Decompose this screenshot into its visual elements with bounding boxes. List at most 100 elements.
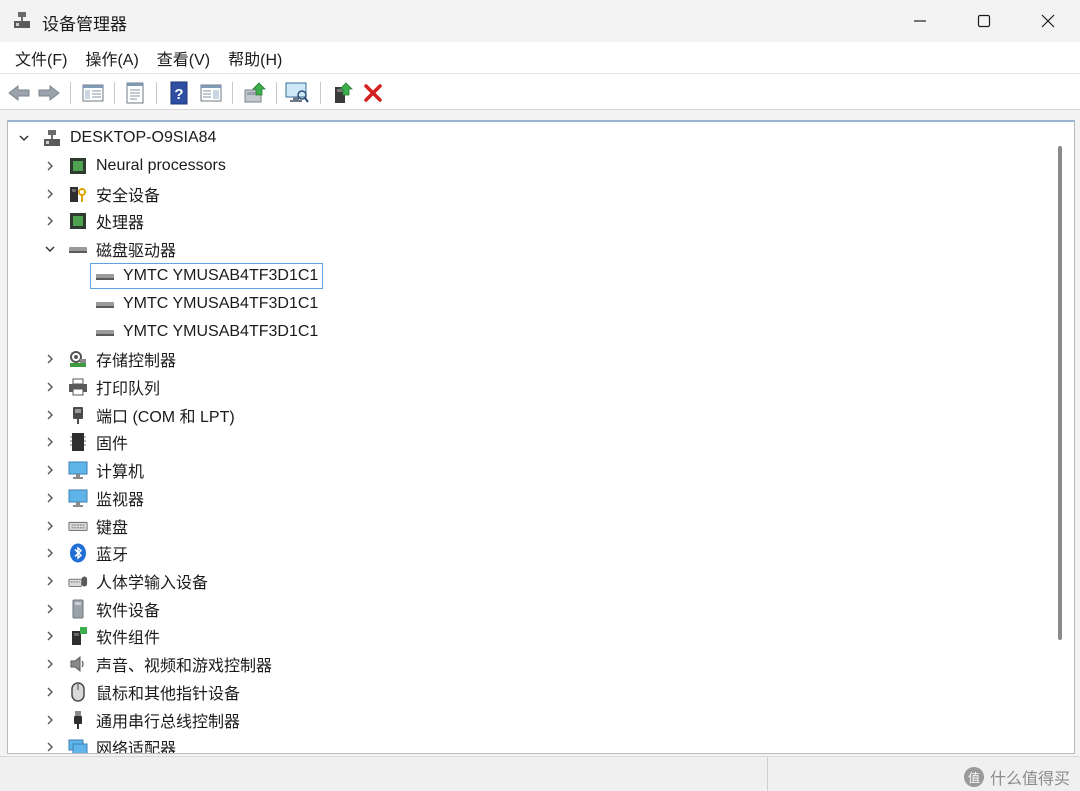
tree-root[interactable]: DESKTOP-O9SIA84 [16, 125, 216, 151]
close-button[interactable] [1016, 0, 1080, 42]
close-icon [1041, 14, 1055, 28]
computer-icon [68, 460, 88, 480]
tree-item-firmware[interactable]: 固件 [42, 429, 128, 455]
tree-item-security-devices[interactable]: 安全设备 [42, 181, 160, 207]
tree-item-disk-ymtc-3[interactable]: YMTC YMUSAB4TF3D1C1 [95, 319, 318, 345]
device-tree[interactable]: DESKTOP-O9SIA84 Neural processors 安全设备 处… [7, 120, 1075, 754]
chevron-down-icon[interactable] [42, 241, 58, 257]
tree-item-monitors[interactable]: 监视器 [42, 485, 144, 511]
chevron-right-icon[interactable] [42, 628, 58, 644]
update-driver-icon [244, 82, 266, 103]
maximize-icon [977, 14, 991, 28]
enable-device-icon [335, 82, 353, 103]
menu-view[interactable]: 查看(V) [148, 42, 219, 74]
chevron-right-icon[interactable] [42, 379, 58, 395]
tree-item-network-adapters[interactable]: 网络适配器 [42, 734, 176, 753]
scan-hardware-button[interactable] [284, 80, 310, 106]
tree-item-label: 通用串行总线控制器 [96, 714, 241, 731]
tree-item-mice[interactable]: 鼠标和其他指针设备 [42, 679, 240, 705]
device-manager-app-icon [12, 10, 32, 30]
update-driver-button[interactable] [242, 80, 268, 106]
tree-item-label: YMTC YMUSAB4TF3D1C1 [123, 323, 319, 340]
status-bar: 值 什么值得买 [0, 756, 1080, 791]
tree-item-computer[interactable]: 计算机 [42, 457, 144, 483]
watermark-badge: 值 [963, 767, 984, 787]
tree-item-disk-ymtc-1[interactable]: YMTC YMUSAB4TF3D1C1 [90, 263, 324, 289]
disk-drive-icon [95, 322, 115, 342]
tree-item-disk-drives[interactable]: 磁盘驱动器 [42, 236, 176, 262]
chevron-right-icon[interactable] [42, 601, 58, 617]
svg-text:?: ? [174, 86, 183, 103]
uninstall-device-button[interactable] [360, 80, 386, 106]
chevron-right-icon[interactable] [42, 490, 58, 506]
menu-file[interactable]: 文件(F) [6, 42, 76, 74]
chevron-right-icon[interactable] [42, 739, 58, 753]
view-icon [200, 84, 222, 102]
tree-item-processors[interactable]: 处理器 [42, 208, 144, 234]
back-arrow-icon [8, 84, 30, 102]
chevron-right-icon[interactable] [42, 351, 58, 367]
tree-item-keyboards[interactable]: 键盘 [42, 513, 128, 539]
toolbar: ? [0, 74, 1080, 110]
tree-item-bluetooth[interactable]: 蓝牙 [42, 540, 128, 566]
tree-item-label: 键盘 [96, 520, 129, 537]
chevron-right-icon[interactable] [42, 407, 58, 423]
tree-root-label: DESKTOP-O9SIA84 [70, 129, 217, 146]
chevron-right-icon[interactable] [42, 656, 58, 672]
chevron-down-icon[interactable] [16, 130, 32, 146]
uninstall-device-icon [364, 84, 382, 102]
watermark: 值 什么值得买 [963, 765, 1070, 789]
chevron-right-icon[interactable] [42, 462, 58, 478]
processor-icon [68, 211, 88, 231]
chevron-right-icon[interactable] [42, 545, 58, 561]
watermark-text: 什么值得买 [989, 771, 1070, 788]
tree-item-storage-controllers[interactable]: 存储控制器 [42, 346, 176, 372]
tree-item-software-components[interactable]: 软件组件 [42, 623, 160, 649]
help-button[interactable]: ? [166, 80, 192, 106]
chevron-right-icon[interactable] [42, 518, 58, 534]
chevron-right-icon[interactable] [42, 213, 58, 229]
maximize-button[interactable] [952, 0, 1016, 42]
tree-item-label: 固件 [96, 436, 129, 453]
tree-item-label: 软件设备 [96, 603, 161, 620]
tree-item-print-queues[interactable]: 打印队列 [42, 374, 160, 400]
minimize-button[interactable] [888, 0, 952, 42]
menu-help[interactable]: 帮助(H) [219, 42, 291, 74]
usb-icon [68, 710, 88, 730]
tree-item-ports[interactable]: 端口 (COM 和 LPT) [42, 402, 235, 428]
tree-item-sound-video-game[interactable]: 声音、视频和游戏控制器 [42, 651, 272, 677]
tree-item-neural-processors[interactable]: Neural processors [42, 153, 226, 179]
minimize-icon [914, 20, 926, 22]
chevron-right-icon[interactable] [42, 573, 58, 589]
disk-drive-icon [95, 266, 115, 286]
chevron-right-icon[interactable] [42, 684, 58, 700]
computer-tree-icon [42, 128, 62, 148]
selected-row[interactable]: YMTC YMUSAB4TF3D1C1 [90, 263, 324, 289]
chevron-right-icon[interactable] [42, 434, 58, 450]
tree-item-label: 蓝牙 [96, 547, 129, 564]
status-cell [0, 757, 768, 791]
tree-item-label: 端口 (COM 和 LPT) [96, 409, 235, 426]
tree-item-hid[interactable]: 人体学输入设备 [42, 568, 208, 594]
tree-item-label: 存储控制器 [96, 353, 177, 370]
vertical-scrollbar[interactable] [1058, 146, 1062, 640]
menu-action[interactable]: 操作(A) [76, 42, 147, 74]
tree-item-label: 磁盘驱动器 [96, 243, 177, 260]
disk-drive-icon [95, 294, 115, 314]
show-hide-console-tree-button[interactable] [80, 80, 106, 106]
tree-item-label: 安全设备 [96, 188, 161, 205]
forward-button[interactable] [36, 80, 62, 106]
chevron-right-icon[interactable] [42, 186, 58, 202]
chevron-right-icon[interactable] [42, 158, 58, 174]
keyboard-icon [68, 516, 88, 536]
toolbar-separator [114, 82, 115, 104]
properties-button[interactable] [122, 80, 148, 106]
enable-device-button[interactable] [330, 80, 356, 106]
tree-item-disk-ymtc-2[interactable]: YMTC YMUSAB4TF3D1C1 [95, 291, 318, 317]
chevron-right-icon[interactable] [42, 712, 58, 728]
view-button[interactable] [198, 80, 224, 106]
back-button[interactable] [6, 80, 32, 106]
tree-item-usb-controllers[interactable]: 通用串行总线控制器 [42, 707, 240, 733]
tree-item-software-devices[interactable]: 软件设备 [42, 596, 160, 622]
port-icon [68, 405, 88, 425]
